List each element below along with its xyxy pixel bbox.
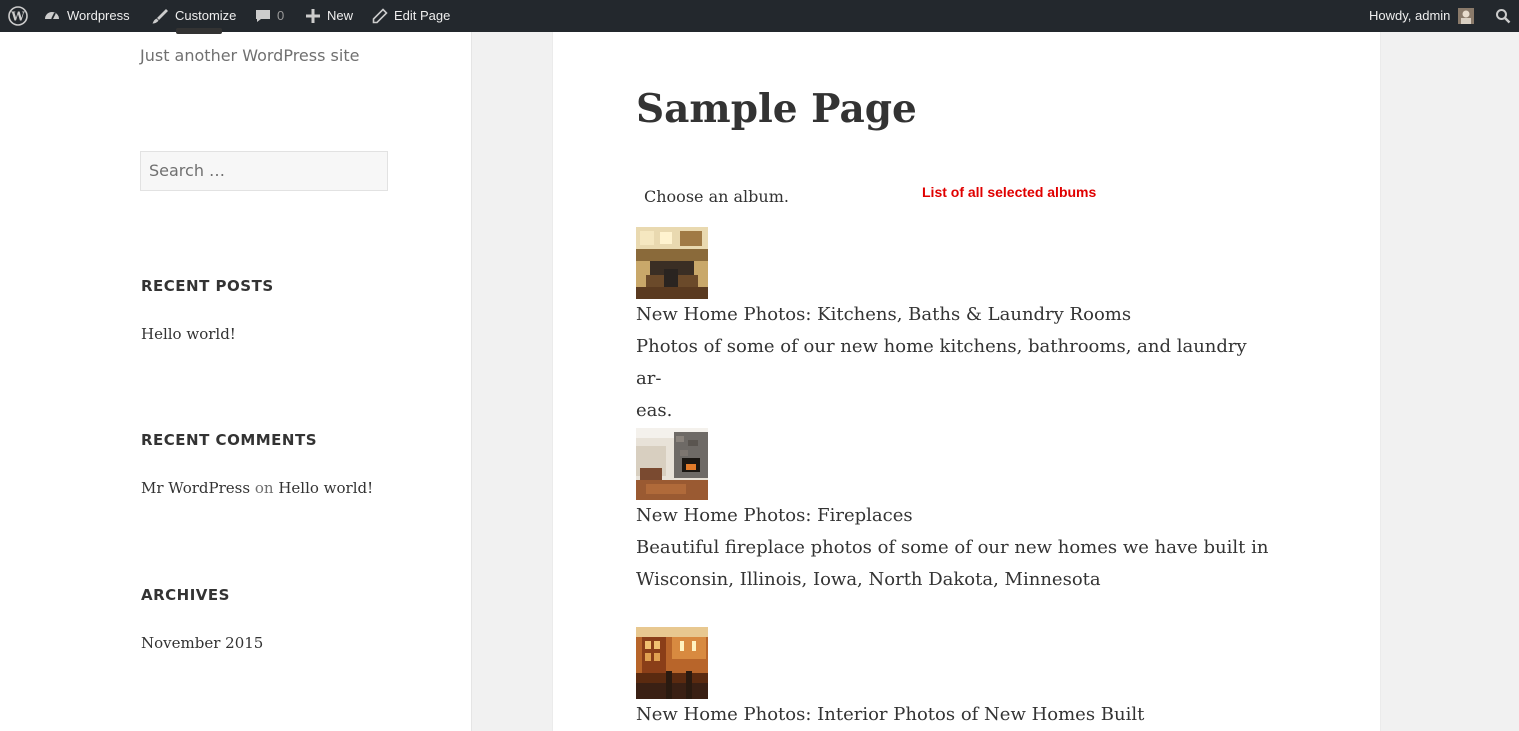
plus-icon	[306, 9, 320, 23]
interior-thumbnail-icon[interactable]	[636, 627, 708, 699]
sidebar: Just another WordPress site Search … REC…	[0, 28, 472, 731]
site-title-cut-off	[176, 28, 222, 34]
admin-search-icon[interactable]	[1495, 0, 1511, 32]
archives-heading: ARCHIVES	[141, 586, 230, 604]
dashboard-icon	[45, 12, 59, 20]
page-title: Sample Page	[636, 86, 917, 132]
pencil-icon	[372, 8, 388, 24]
album-description: Photos of some of our new home kitchens,…	[636, 331, 1276, 427]
album-title-link[interactable]: New Home Photos: Fireplaces	[636, 500, 1276, 532]
album-description-line: Beautiful fireplace photos of some of ou…	[636, 537, 1269, 558]
comment-bubble-icon	[256, 10, 270, 22]
recent-posts-heading: RECENT POSTS	[141, 277, 274, 295]
comments-menu[interactable]: 0	[255, 0, 284, 32]
album-description-line: eas.	[636, 400, 673, 421]
choose-album-label: Choose an album.	[644, 187, 789, 206]
svg-text:W: W	[10, 10, 25, 24]
album-description-line: Photos of some of our new home kitchens,…	[636, 336, 1247, 389]
album-description-line: Wisconsin, Illinois, Iowa, North Dakota,…	[636, 569, 1101, 590]
brush-icon	[152, 9, 168, 24]
admin-bar: W Wordpress Customize 0 New Edit Page Ho…	[0, 0, 1519, 32]
page-content: Sample Page Choose an album. List of all…	[552, 32, 1381, 731]
site-name-label: Wordpress	[67, 8, 130, 23]
recent-comment-item: Mr WordPress on Hello world!	[141, 479, 373, 497]
album-title-link[interactable]: New Home Photos: Interior Photos of New …	[636, 699, 1276, 731]
site-tagline: Just another WordPress site	[140, 46, 360, 65]
album-item: New Home Photos: Fireplaces Beautiful fi…	[636, 428, 1276, 596]
site-name-menu[interactable]: Wordpress	[43, 0, 130, 32]
album-item: New Home Photos: Interior Photos of New …	[636, 627, 1276, 731]
my-account-menu[interactable]: Howdy, admin	[1369, 0, 1475, 32]
edit-page-menu[interactable]: Edit Page	[372, 0, 450, 32]
avatar	[1458, 8, 1475, 24]
new-label: New	[327, 8, 354, 23]
comment-post-link[interactable]: Hello world!	[278, 479, 373, 497]
comment-author-link[interactable]: Mr WordPress	[141, 479, 250, 497]
edit-page-label: Edit Page	[394, 8, 451, 23]
fireplace-thumbnail-icon[interactable]	[636, 428, 708, 500]
album-description: Beautiful fireplace photos of some of ou…	[636, 532, 1276, 596]
archive-link[interactable]: November 2015	[141, 634, 263, 652]
annotation-note: List of all selected albums	[922, 184, 1097, 200]
recent-post-link[interactable]: Hello world!	[141, 325, 236, 343]
new-content-menu[interactable]: New	[305, 0, 353, 32]
search-input[interactable]: Search …	[140, 151, 388, 191]
comments-count: 0	[277, 8, 285, 23]
wordpress-logo-icon[interactable]: W	[8, 0, 28, 32]
album-title-link[interactable]: New Home Photos: Kitchens, Baths & Laund…	[636, 299, 1276, 331]
greeting-label: Howdy, admin	[1369, 8, 1451, 23]
album-item: New Home Photos: Kitchens, Baths & Laund…	[636, 227, 1276, 427]
comment-on-text: on	[254, 479, 274, 497]
recent-comments-heading: RECENT COMMENTS	[141, 431, 318, 449]
kitchen-thumbnail-icon[interactable]	[636, 227, 708, 299]
